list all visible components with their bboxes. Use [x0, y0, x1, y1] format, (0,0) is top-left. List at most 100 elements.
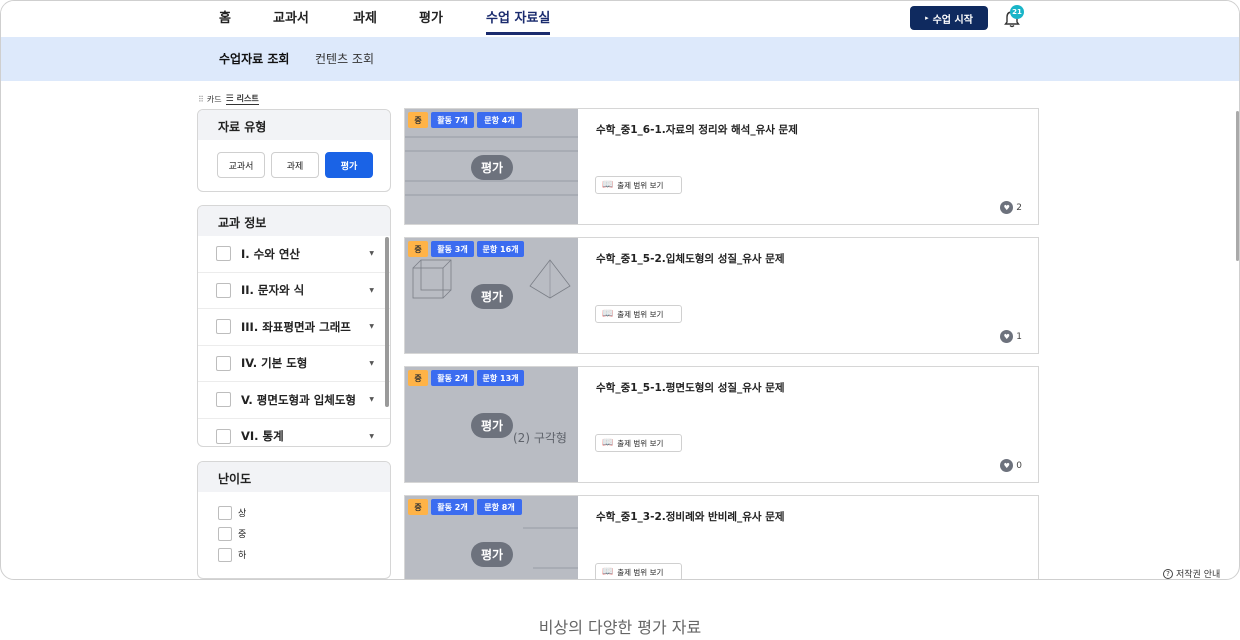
question-count-badge: 문항 8개 — [477, 499, 522, 515]
difficulty-checkbox[interactable] — [218, 547, 232, 562]
material-card[interactable]: 중 활동 7개 문항 4개 평가 수학_중1_6-1.자료의 정리와 해석_유사… — [404, 108, 1039, 225]
unit-row[interactable]: II. 문자와 식 ▼ — [198, 273, 390, 309]
like-counter[interactable]: ♥ 0 — [1000, 459, 1022, 472]
level-badge: 중 — [408, 241, 428, 257]
copyright-link[interactable]: ? 저작권 안내 — [1163, 567, 1220, 579]
difficulty-row[interactable]: 하 — [198, 544, 390, 565]
subnav-contents[interactable]: 컨텐츠 조회 — [315, 50, 374, 67]
card-thumbnail[interactable]: 중 활동 7개 문항 4개 평가 — [405, 109, 578, 224]
unit-label: II. 문자와 식 — [241, 283, 305, 298]
subnav-class-materials[interactable]: 수업자료 조회 — [219, 50, 289, 67]
heart-icon: ♥ — [1000, 201, 1014, 214]
unit-checkbox[interactable] — [216, 428, 231, 444]
caret-down-icon[interactable]: ▼ — [369, 433, 374, 440]
activity-count-badge: 활동 7개 — [431, 112, 474, 128]
caret-down-icon[interactable]: ▼ — [369, 323, 374, 330]
evaluation-tag: 평가 — [471, 413, 513, 438]
unit-checkbox[interactable] — [216, 246, 231, 262]
caret-down-icon[interactable]: ▼ — [369, 396, 374, 403]
difficulty-checkbox[interactable] — [218, 505, 232, 520]
like-counter[interactable]: ♥ 1 — [1000, 330, 1022, 343]
filter-type-panel: 자료 유형 교과서 과제 평가 — [197, 109, 391, 192]
view-range-label: 출제 범위 보기 — [617, 438, 664, 448]
view-card-label: 카드 — [206, 94, 222, 104]
material-card[interactable]: 중 활동 3개 문항 16개 평가 수학_중1_5-2.입체도형의 성질_유사 … — [404, 237, 1039, 354]
filter-difficulty-title: 난이도 — [198, 462, 390, 492]
nav-evaluation[interactable]: 평가 — [419, 7, 443, 26]
level-badge: 중 — [408, 112, 428, 128]
question-circle-icon: ? — [1163, 568, 1173, 579]
filter-type-title: 자료 유형 — [198, 110, 390, 140]
view-range-button[interactable]: 📖 출제 범위 보기 — [595, 176, 682, 194]
unit-row[interactable]: VI. 통계 ▼ — [198, 419, 390, 447]
unit-row[interactable]: III. 좌표평면과 그래프 ▼ — [198, 309, 390, 346]
book-icon: 📖 — [602, 567, 614, 577]
nav-assignment[interactable]: 과제 — [353, 7, 377, 26]
view-range-label: 출제 범위 보기 — [617, 180, 664, 190]
view-range-label: 출제 범위 보기 — [617, 567, 664, 577]
unit-checkbox[interactable] — [216, 319, 231, 335]
card-title[interactable]: 수학_중1_6-1.자료의 정리와 해석_유사 문제 — [596, 122, 798, 137]
page-scrollbar[interactable] — [1236, 111, 1239, 261]
activity-count-badge: 활동 2개 — [431, 370, 474, 386]
nav-textbook[interactable]: 교과서 — [273, 7, 309, 26]
unit-checkbox[interactable] — [216, 282, 231, 298]
nav-home[interactable]: 홈 — [219, 7, 231, 26]
card-title[interactable]: 수학_중1_3-2.정비례와 반비례_유사 문제 — [596, 509, 785, 524]
type-assignment-button[interactable]: 과제 — [271, 152, 319, 178]
card-thumbnail[interactable]: 중 활동 2개 문항 13개 평가 (2) 구각형 — [405, 367, 578, 482]
unit-label: IV. 기본 도형 — [241, 356, 308, 371]
unit-row[interactable]: I. 수와 연산 ▼ — [198, 236, 390, 273]
view-range-button[interactable]: 📖 출제 범위 보기 — [595, 563, 682, 579]
evaluation-tag: 평가 — [471, 284, 513, 309]
book-icon: 📖 — [602, 438, 614, 448]
unit-label: VI. 통계 — [241, 429, 284, 444]
unit-row[interactable]: IV. 기본 도형 ▼ — [198, 346, 390, 382]
evaluation-tag: 평가 — [471, 155, 513, 180]
sub-nav: 수업자료 조회 컨텐츠 조회 — [1, 37, 1239, 81]
app-window: 홈 교과서 과제 평가 수업 자료실 ▸ 수업 시작 21 수업자료 조회 컨텐… — [0, 0, 1240, 580]
view-list-option[interactable]: ☰ 리스트 — [225, 93, 259, 105]
filter-difficulty-panel: 난이도 상 중 하 — [197, 461, 391, 579]
type-evaluation-button[interactable]: 평가 — [325, 152, 373, 178]
filter-subject-title: 교과 정보 — [198, 206, 390, 236]
difficulty-label: 상 — [238, 509, 247, 519]
view-list-label: 리스트 — [236, 94, 259, 103]
card-title[interactable]: 수학_중1_5-2.입체도형의 성질_유사 문제 — [596, 251, 785, 266]
difficulty-row[interactable]: 중 — [198, 523, 390, 544]
difficulty-checkbox[interactable] — [218, 526, 232, 541]
notification-badge: 21 — [1010, 5, 1024, 19]
card-thumbnail[interactable]: 중 활동 2개 문항 8개 평가 — [405, 496, 578, 579]
card-thumbnail[interactable]: 중 활동 3개 문항 16개 평가 — [405, 238, 578, 353]
difficulty-label: 중 — [238, 530, 247, 540]
unit-checkbox[interactable] — [216, 355, 231, 371]
like-counter[interactable]: ♥ 2 — [1000, 201, 1022, 214]
unit-label: V. 평면도형과 입체도형 — [241, 392, 357, 407]
view-range-button[interactable]: 📖 출제 범위 보기 — [595, 434, 682, 452]
view-card-option[interactable]: ⠿ 카드 — [198, 94, 222, 105]
difficulty-row[interactable]: 상 — [198, 502, 390, 523]
filter-scrollbar[interactable] — [385, 237, 389, 407]
heart-icon: ♥ — [1000, 459, 1014, 472]
start-class-button[interactable]: ▸ 수업 시작 — [910, 6, 988, 30]
view-range-button[interactable]: 📖 출제 범위 보기 — [595, 305, 682, 323]
question-count-badge: 문항 16개 — [477, 241, 524, 257]
activity-count-badge: 활동 2개 — [431, 499, 474, 515]
caret-down-icon[interactable]: ▼ — [369, 360, 374, 367]
material-card[interactable]: 중 활동 2개 문항 8개 평가 수학_중1_3-2.정비례와 반비례_유사 문… — [404, 495, 1039, 579]
like-count: 1 — [1016, 331, 1022, 342]
heart-icon: ♥ — [1000, 330, 1014, 343]
caret-down-icon[interactable]: ▼ — [369, 287, 374, 294]
filter-subject-panel: 교과 정보 I. 수와 연산 ▼ II. 문자와 식 ▼ III. 좌표평면과 그래… — [197, 205, 391, 447]
level-badge: 중 — [408, 370, 428, 386]
nav-class-library[interactable]: 수업 자료실 — [486, 7, 551, 35]
type-textbook-button[interactable]: 교과서 — [217, 152, 265, 178]
question-count-badge: 문항 4개 — [477, 112, 522, 128]
unit-row[interactable]: V. 평면도형과 입체도형 ▼ — [198, 382, 390, 419]
book-icon: 📖 — [602, 309, 614, 319]
material-card[interactable]: 중 활동 2개 문항 13개 평가 (2) 구각형 수학_중1_5-1.평면도형… — [404, 366, 1039, 483]
caret-down-icon[interactable]: ▼ — [369, 250, 374, 257]
like-count: 2 — [1016, 202, 1022, 213]
card-title[interactable]: 수학_중1_5-1.평면도형의 성질_유사 문제 — [596, 380, 785, 395]
unit-checkbox[interactable] — [216, 392, 231, 408]
